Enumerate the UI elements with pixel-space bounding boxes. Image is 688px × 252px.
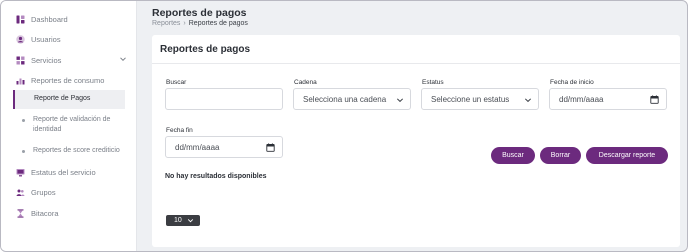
empty-results-message: No hay resultados disponibles xyxy=(165,173,267,180)
sidebar-item-label: Bitacora xyxy=(31,208,59,218)
sidebar-item-servicios[interactable]: Servicios xyxy=(1,51,136,69)
breadcrumb-item-current: Reportes de pagos xyxy=(188,20,248,27)
fecha-inicio-label: Fecha de inicio xyxy=(550,79,594,86)
fecha-inicio-value: dd/mm/aaaa xyxy=(559,94,604,104)
user-icon xyxy=(16,34,25,44)
bullet-icon xyxy=(22,150,25,153)
chevron-down-icon xyxy=(396,98,404,103)
sidebar-subitem-label: Reporte de Pagos xyxy=(34,95,91,102)
fecha-fin-value: dd/mm/aaaa xyxy=(175,142,220,152)
estatus-select-value: Seleccione un estatus xyxy=(431,94,510,104)
chevron-down-icon[interactable] xyxy=(119,55,127,63)
card-title: Reportes de pagos xyxy=(160,44,251,55)
sidebar-item-label: Grupos xyxy=(31,187,56,197)
sidebar-item-label: Dashboard xyxy=(31,14,68,24)
hourglass-icon xyxy=(16,208,25,218)
sidebar-item-grupos[interactable]: Grupos xyxy=(1,183,136,201)
chevron-down-icon xyxy=(187,219,194,223)
buscar-label: Buscar xyxy=(166,79,187,86)
sidebar-item-bitacora[interactable]: Bitacora xyxy=(1,204,136,222)
sidebar-subitem-label: Reporte de validación de identidad xyxy=(33,116,111,133)
sidebar-subitem-reporte-pagos[interactable]: Reporte de Pagos xyxy=(13,90,125,109)
cadena-select[interactable]: Selecciona una cadena xyxy=(293,88,411,110)
sidebar-item-label: Estatus del servicio xyxy=(31,167,96,177)
monitor-icon xyxy=(16,168,25,177)
estatus-label: Estatus xyxy=(422,79,444,86)
sidebar-item-label: Reportes de consumo xyxy=(31,75,105,85)
sidebar-subitem-label: Reportes de score crediticio xyxy=(33,147,120,154)
card-divider xyxy=(152,63,680,64)
app-window: Dashboard Usuarios Servicios Reportes de… xyxy=(0,0,688,252)
fecha-fin-input[interactable]: dd/mm/aaaa xyxy=(165,136,283,158)
calendar-icon[interactable] xyxy=(650,95,659,104)
sidebar-item-label: Servicios xyxy=(31,55,62,65)
sidebar-item-usuarios[interactable]: Usuarios xyxy=(1,30,136,48)
dashboard-icon xyxy=(16,15,25,24)
buscar-button[interactable]: Buscar xyxy=(491,147,535,164)
bar-chart-icon xyxy=(16,76,25,85)
cadena-label: Cadena xyxy=(294,79,317,86)
page-size-value: 10 xyxy=(174,217,182,224)
page-title: Reportes de pagos xyxy=(152,7,247,19)
calendar-icon[interactable] xyxy=(266,143,275,152)
estatus-select[interactable]: Seleccione un estatus xyxy=(421,88,539,110)
breadcrumb-item-reportes[interactable]: Reportes xyxy=(152,20,180,27)
sidebar-item-label: Usuarios xyxy=(31,34,61,44)
borrar-button[interactable]: Borrar xyxy=(540,147,581,164)
sidebar: Dashboard Usuarios Servicios Reportes de… xyxy=(1,1,137,251)
sidebar-subitem-score-crediticio[interactable]: Reportes de score crediticio xyxy=(1,146,136,158)
sidebar-item-dashboard[interactable]: Dashboard xyxy=(1,10,136,28)
sidebar-item-estatus-servicio[interactable]: Estatus del servicio xyxy=(1,163,136,181)
chevron-down-icon xyxy=(524,98,532,103)
descargar-reporte-button[interactable]: Descargar reporte xyxy=(586,147,668,164)
grid-icon xyxy=(16,56,25,65)
cadena-select-value: Selecciona una cadena xyxy=(303,94,387,104)
breadcrumb: Reportes › Reportes de pagos xyxy=(152,20,248,27)
fecha-fin-label: Fecha fin xyxy=(166,127,193,134)
search-input[interactable] xyxy=(165,88,283,110)
breadcrumb-separator: › xyxy=(183,20,186,27)
bullet-icon xyxy=(22,119,25,122)
page-size-select[interactable]: 10 xyxy=(166,215,200,226)
fecha-inicio-input[interactable]: dd/mm/aaaa xyxy=(549,88,667,110)
group-icon xyxy=(16,188,25,197)
sidebar-subitem-validacion-identidad[interactable]: Reporte de validación de identidad xyxy=(1,115,136,137)
sidebar-item-reportes-consumo[interactable]: Reportes de consumo xyxy=(1,71,136,89)
report-card: Reportes de pagos Buscar Cadena Seleccio… xyxy=(152,35,680,247)
